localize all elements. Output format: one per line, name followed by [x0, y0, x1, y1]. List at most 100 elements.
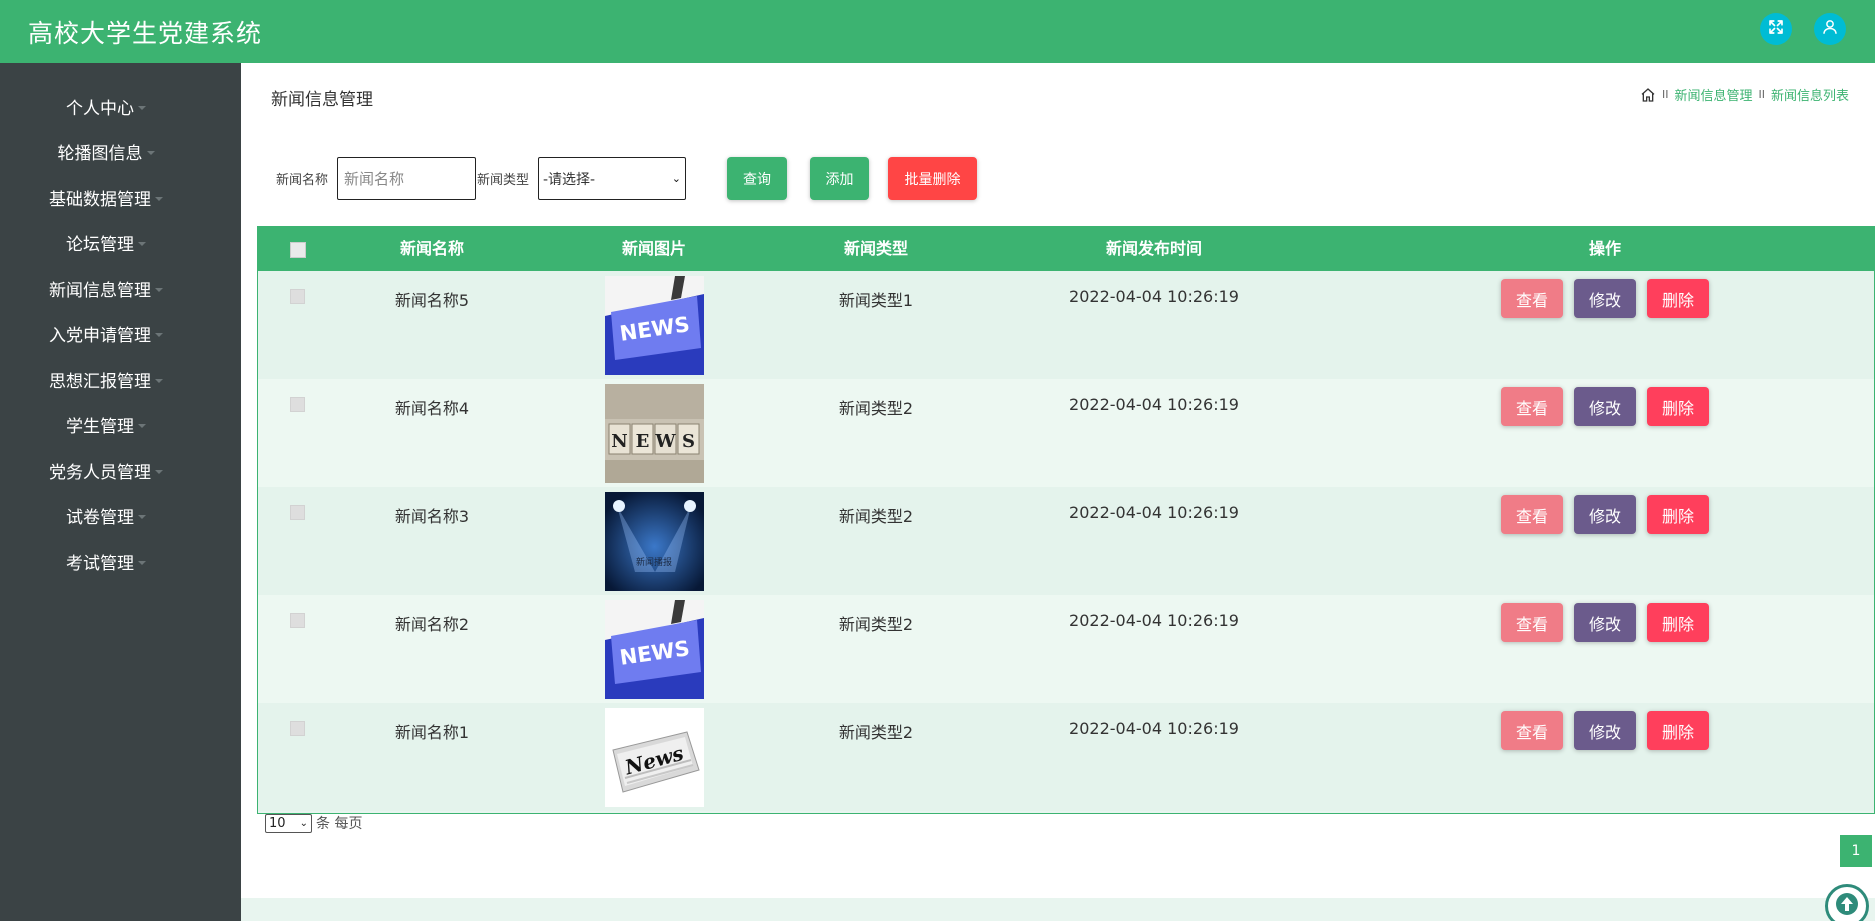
- view-button[interactable]: 查看: [1501, 603, 1563, 642]
- col-header-type: 新闻类型: [843, 239, 909, 258]
- news-type-selected: -请选择-: [543, 171, 596, 188]
- view-button[interactable]: 查看: [1501, 279, 1563, 318]
- edit-button[interactable]: 修改: [1574, 603, 1636, 642]
- caret-down-icon: [138, 560, 146, 565]
- user-button[interactable]: [1814, 13, 1846, 45]
- cell-news-type: 新闻类型2: [838, 399, 914, 418]
- cell-news-type: 新闻类型2: [838, 615, 914, 634]
- breadcrumb-news-list[interactable]: 新闻信息列表: [1771, 85, 1849, 104]
- news-table: 新闻名称 新闻图片 新闻类型 新闻发布时间 操作 新闻名称5 NEWS 新闻类型…: [257, 226, 1875, 814]
- edit-button[interactable]: 修改: [1574, 387, 1636, 426]
- sidebar-item-carousel[interactable]: 轮播图信息: [0, 131, 212, 171]
- query-button[interactable]: 查询: [727, 157, 787, 200]
- edit-button[interactable]: 修改: [1574, 279, 1636, 318]
- delete-button[interactable]: 删除: [1647, 387, 1709, 426]
- news-image: N E W S: [605, 384, 704, 483]
- caret-down-icon: [138, 241, 146, 246]
- cell-news-name: 新闻名称2: [394, 615, 470, 634]
- table-row: 新闻名称1 News 新闻类型2 2022-04-04 10:26:19 查看 …: [258, 703, 1874, 811]
- col-header-time: 新闻发布时间: [1105, 239, 1203, 258]
- sidebar-item-party-staff[interactable]: 党务人员管理: [0, 450, 212, 490]
- delete-button[interactable]: 删除: [1647, 711, 1709, 750]
- fullscreen-button[interactable]: [1760, 13, 1792, 45]
- news-image: NEWS: [605, 276, 704, 375]
- delete-button[interactable]: 删除: [1647, 603, 1709, 642]
- table-row: 新闻名称2 NEWS 新闻类型2 2022-04-04 10:26:19 查看 …: [258, 595, 1874, 703]
- home-icon[interactable]: [1640, 87, 1656, 103]
- sidebar-item-basic-data[interactable]: 基础数据管理: [0, 177, 212, 217]
- select-all-checkbox[interactable]: [290, 242, 306, 258]
- view-button[interactable]: 查看: [1501, 495, 1563, 534]
- sidebar-item-exams[interactable]: 考试管理: [0, 541, 212, 581]
- row-checkbox[interactable]: [290, 505, 305, 520]
- batch-delete-button[interactable]: 批量删除: [888, 157, 977, 200]
- caret-down-icon: [155, 332, 163, 337]
- row-checkbox[interactable]: [290, 289, 305, 304]
- sidebar-item-label: 思想汇报管理: [49, 371, 151, 392]
- breadcrumb: II 新闻信息管理 II 新闻信息列表: [1640, 85, 1849, 104]
- view-button[interactable]: 查看: [1501, 387, 1563, 426]
- sidebar-item-exam-papers[interactable]: 试卷管理: [0, 495, 212, 535]
- cell-news-name: 新闻名称3: [394, 507, 470, 526]
- news-type-select[interactable]: -请选择- ⌄: [538, 157, 686, 200]
- sidebar-item-party-application[interactable]: 入党申请管理: [0, 313, 212, 353]
- news-type-label: 新闻类型: [477, 173, 530, 188]
- caret-down-icon: [155, 469, 163, 474]
- caret-down-icon: [155, 287, 163, 292]
- fullscreen-icon: [1767, 18, 1785, 40]
- sidebar-item-students[interactable]: 学生管理: [0, 404, 212, 444]
- news-image: News: [605, 708, 704, 807]
- back-to-top-button[interactable]: [1825, 884, 1869, 921]
- sidebar-item-personal-center[interactable]: 个人中心: [0, 86, 212, 126]
- sidebar-item-label: 试卷管理: [66, 507, 134, 528]
- sidebar-item-news[interactable]: 新闻信息管理: [0, 268, 212, 308]
- cell-publish-time: 2022-04-04 10:26:19: [1069, 503, 1239, 522]
- news-image: NEWS: [605, 600, 704, 699]
- sidebar-item-label: 学生管理: [66, 416, 134, 437]
- delete-button[interactable]: 删除: [1647, 279, 1709, 318]
- sidebar-item-forum[interactable]: 论坛管理: [0, 222, 212, 262]
- cell-news-name: 新闻名称4: [394, 399, 470, 418]
- sidebar-item-label: 考试管理: [66, 553, 134, 574]
- sidebar-item-label: 论坛管理: [66, 234, 134, 255]
- sidebar-item-thought-report[interactable]: 思想汇报管理: [0, 359, 212, 399]
- add-button[interactable]: 添加: [810, 157, 869, 200]
- view-button[interactable]: 查看: [1501, 711, 1563, 750]
- chevron-down-icon: ⌄: [299, 817, 308, 829]
- sidebar-item-label: 基础数据管理: [49, 189, 151, 210]
- svg-text:新闻播报: 新闻播报: [636, 556, 672, 568]
- row-checkbox[interactable]: [290, 721, 305, 736]
- delete-button[interactable]: 删除: [1647, 495, 1709, 534]
- caret-down-icon: [146, 150, 155, 155]
- app-title: 高校大学生党建系统: [28, 19, 263, 48]
- page-title: 新闻信息管理: [271, 90, 373, 110]
- page-size-control: 10 ⌄ 条 每页: [265, 813, 362, 833]
- row-checkbox[interactable]: [290, 397, 305, 412]
- news-name-label: 新闻名称: [276, 173, 329, 188]
- sidebar-item-label: 新闻信息管理: [49, 280, 151, 301]
- cell-news-type: 新闻类型1: [838, 291, 914, 310]
- edit-button[interactable]: 修改: [1574, 495, 1636, 534]
- cell-publish-time: 2022-04-04 10:26:19: [1069, 719, 1239, 738]
- main-content: 新闻信息管理 II 新闻信息管理 II 新闻信息列表 新闻名称 新闻类型 -请选…: [241, 63, 1875, 921]
- page-size-select[interactable]: 10 ⌄: [265, 813, 312, 833]
- breadcrumb-news-management[interactable]: 新闻信息管理: [1674, 85, 1752, 104]
- sidebar-item-label: 轮播图信息: [57, 143, 143, 164]
- caret-down-icon: [155, 196, 163, 201]
- table-row: 新闻名称5 NEWS 新闻类型1 2022-04-04 10:26:19 查看 …: [258, 271, 1874, 379]
- footer-strip: [241, 898, 1875, 921]
- news-image: 新闻播报: [605, 492, 704, 591]
- news-name-input[interactable]: [337, 157, 476, 200]
- svg-text:S: S: [682, 431, 695, 452]
- caret-down-icon: [138, 514, 146, 519]
- cell-news-name: 新闻名称5: [394, 291, 470, 310]
- row-checkbox[interactable]: [290, 613, 305, 628]
- page-number-button[interactable]: 1: [1840, 835, 1872, 867]
- cell-news-type: 新闻类型2: [838, 507, 914, 526]
- breadcrumb-separator: II: [1758, 88, 1765, 101]
- col-header-actions: 操作: [1588, 239, 1622, 258]
- edit-button[interactable]: 修改: [1574, 711, 1636, 750]
- page-size-value: 10: [269, 815, 286, 831]
- sidebar: 个人中心 轮播图信息 基础数据管理 论坛管理 新闻信息管理 入党申请管理 思想汇…: [0, 63, 241, 921]
- table-row: 新闻名称3 新闻播报 新闻类型2 2022-04-04 10:26:19 查看 …: [258, 487, 1874, 595]
